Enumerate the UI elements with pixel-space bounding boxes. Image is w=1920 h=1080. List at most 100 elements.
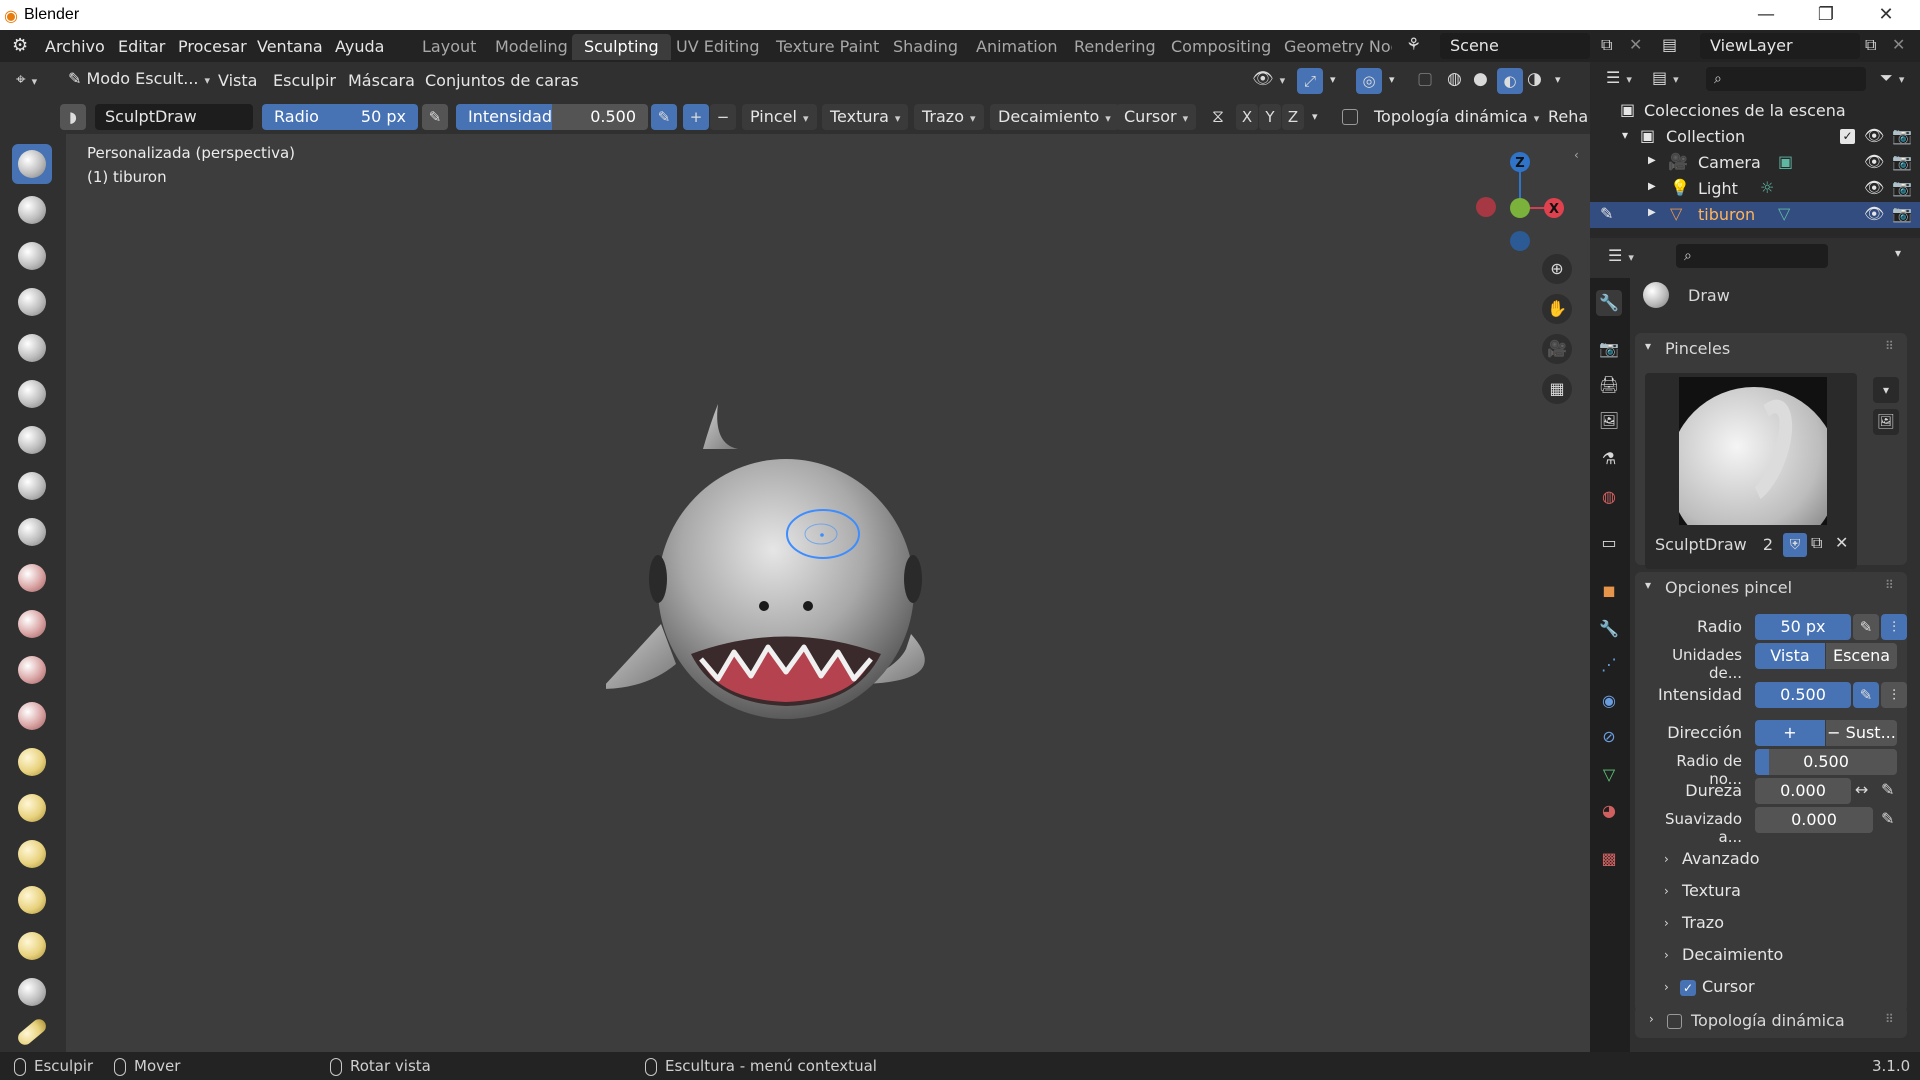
- particles-tab-icon[interactable]: ⋰: [1596, 652, 1622, 678]
- tab-modeling[interactable]: Modeling: [483, 34, 580, 60]
- tool-thumb[interactable]: [12, 972, 52, 1012]
- sidebar-toggle-icon[interactable]: ‹: [1574, 148, 1579, 162]
- zoom-icon[interactable]: ⊕: [1542, 254, 1572, 284]
- dyntopo-panel-title[interactable]: Topología dinámica: [1691, 1011, 1845, 1030]
- tool-flatten[interactable]: [12, 604, 52, 644]
- tab-compositing[interactable]: Compositing: [1159, 34, 1283, 60]
- gizmo-y-axis[interactable]: [1510, 198, 1530, 218]
- symmetry-dropdown-icon[interactable]: ▾: [1312, 110, 1318, 123]
- expand-arrow-icon[interactable]: ›: [1664, 980, 1669, 994]
- view-layer-field[interactable]: ViewLayer: [1700, 33, 1860, 59]
- camera-view-icon[interactable]: 🎥: [1542, 334, 1572, 364]
- menu-archivo[interactable]: Archivo: [45, 37, 105, 56]
- units-view-button[interactable]: Vista: [1755, 643, 1825, 669]
- view-layer-icon[interactable]: ▤: [1662, 35, 1677, 54]
- solid-shading-icon[interactable]: ●: [1473, 69, 1488, 89]
- tool-blob[interactable]: [12, 466, 52, 506]
- autosmooth-pressure-icon[interactable]: ✎: [1881, 809, 1894, 828]
- collection-tab-icon[interactable]: ▭: [1596, 530, 1622, 556]
- delete-scene-icon[interactable]: ✕: [1629, 35, 1642, 54]
- visibility-eye-icon[interactable]: 👁: [1864, 126, 1884, 145]
- display-mode-icon[interactable]: ▤ ▾: [1652, 68, 1679, 87]
- brush-users-count[interactable]: 2: [1757, 535, 1779, 554]
- tool-elastic-deform[interactable]: [12, 880, 52, 920]
- rendered-shading-icon[interactable]: ◑: [1527, 69, 1542, 89]
- direction-add-button[interactable]: +: [683, 104, 709, 130]
- menu-conjuntos-caras[interactable]: Conjuntos de caras: [425, 71, 579, 90]
- tool-fill[interactable]: [12, 650, 52, 690]
- visibility-eye-icon[interactable]: 👁: [1864, 204, 1884, 223]
- tab-rendering[interactable]: Rendering: [1062, 34, 1168, 60]
- brush-image-icon[interactable]: 🖼: [1873, 409, 1899, 435]
- collection-checkbox[interactable]: ✓: [1840, 129, 1855, 144]
- outliner-item-camera[interactable]: ▶ 🎥 Camera ▣ 👁 📷: [1590, 150, 1920, 176]
- mode-dropdown[interactable]: ✎ Modo Escult... ▾: [60, 66, 218, 92]
- strength-curve-icon[interactable]: ⫶: [1881, 682, 1907, 708]
- symmetry-x-toggle[interactable]: X: [1236, 104, 1258, 130]
- remesh-menu[interactable]: Reha: [1548, 107, 1588, 126]
- data-tab-icon[interactable]: ▽: [1596, 762, 1622, 788]
- symmetry-icon[interactable]: ⧖: [1212, 107, 1224, 127]
- outliner-collection[interactable]: ▾ ▣ Collection ✓ 👁 📷: [1590, 124, 1920, 150]
- unlink-brush-icon[interactable]: ✕: [1835, 533, 1848, 552]
- cursor-dropdown[interactable]: Cursor ▾: [1116, 104, 1197, 130]
- tool-crease[interactable]: [12, 512, 52, 552]
- texture-dropdown[interactable]: Textura ▾: [822, 104, 909, 130]
- radius-prop-field[interactable]: 50 px: [1755, 614, 1851, 640]
- outliner-search-field[interactable]: ⌕: [1706, 67, 1866, 91]
- tool-snake-hook[interactable]: [12, 926, 52, 966]
- expand-arrow-icon[interactable]: ▶: [1648, 207, 1656, 218]
- menu-mascara[interactable]: Máscara: [348, 71, 415, 90]
- expand-arrow-icon[interactable]: ›: [1664, 852, 1669, 866]
- overlays-dropdown-icon[interactable]: ▾: [1389, 73, 1395, 86]
- panel-drag-handle-icon[interactable]: ⠿: [1885, 1012, 1894, 1026]
- gizmo-dropdown-icon[interactable]: ▾: [1330, 73, 1336, 86]
- menu-procesar[interactable]: Procesar: [178, 37, 247, 56]
- brush-preview-icon[interactable]: ◗: [60, 104, 86, 130]
- world-tab-icon[interactable]: ◍: [1596, 484, 1622, 510]
- subpanel-textura[interactable]: Textura: [1682, 881, 1741, 900]
- visibility-eye-icon[interactable]: 👁: [1864, 178, 1884, 197]
- subpanel-decaimiento[interactable]: Decaimiento: [1682, 945, 1783, 964]
- maximize-button[interactable]: ❐: [1806, 2, 1846, 28]
- tool-clay[interactable]: [12, 236, 52, 276]
- hardness-invert-icon[interactable]: ↔: [1855, 780, 1868, 799]
- symmetry-z-toggle[interactable]: Z: [1282, 104, 1304, 130]
- shark-model[interactable]: [606, 404, 966, 744]
- constraints-tab-icon[interactable]: ⊘: [1596, 724, 1622, 750]
- menu-ventana[interactable]: Ventana: [257, 37, 323, 56]
- direction-add-button[interactable]: + Adici...: [1755, 720, 1825, 746]
- menu-vista[interactable]: Vista: [218, 71, 257, 90]
- panel-collapse-icon[interactable]: ▾: [1645, 578, 1651, 592]
- 3d-viewport[interactable]: Personalizada (perspectiva) (1) tiburon: [66, 134, 1590, 1052]
- subpanel-cursor[interactable]: Cursor: [1702, 977, 1755, 996]
- minimize-button[interactable]: —: [1746, 2, 1786, 28]
- tool-clay-thumb[interactable]: [12, 328, 52, 368]
- duplicate-brush-icon[interactable]: ⧉: [1811, 533, 1822, 553]
- brush-name-field[interactable]: SculptDraw: [95, 104, 253, 130]
- expand-arrow-icon[interactable]: ›: [1664, 948, 1669, 962]
- radius-pressure-icon[interactable]: ✎: [422, 104, 448, 130]
- brush-datablock-name[interactable]: SculptDraw: [1655, 535, 1747, 554]
- new-scene-icon[interactable]: ⧉: [1601, 35, 1612, 55]
- tab-texture-paint[interactable]: Texture Paint: [764, 34, 891, 60]
- menu-ayuda[interactable]: Ayuda: [335, 37, 384, 56]
- tab-uv-editing[interactable]: UV Editing: [664, 34, 771, 60]
- radius-pressure-icon[interactable]: ✎: [1853, 614, 1879, 640]
- falloff-dropdown[interactable]: Decaimiento ▾: [990, 104, 1119, 130]
- physics-tab-icon[interactable]: ◉: [1596, 688, 1622, 714]
- subpanel-trazo[interactable]: Trazo: [1682, 913, 1724, 932]
- tool-annotate[interactable]: [12, 1012, 52, 1052]
- gizmo-neg-z[interactable]: [1510, 231, 1530, 251]
- material-tab-icon[interactable]: ◕: [1596, 798, 1622, 824]
- cursor-checkbox[interactable]: ✓: [1680, 980, 1696, 996]
- new-view-layer-icon[interactable]: ⧉: [1865, 35, 1876, 55]
- render-camera-icon[interactable]: 📷: [1892, 126, 1912, 145]
- brush-list-dropdown-icon[interactable]: ▾: [1873, 377, 1899, 403]
- object-tab-icon[interactable]: ◼: [1596, 578, 1622, 604]
- tool-clay-strips[interactable]: [12, 282, 52, 322]
- brushes-panel-title[interactable]: Pinceles: [1665, 339, 1730, 358]
- brush-dropdown[interactable]: Pincel ▾: [742, 104, 817, 130]
- tab-sculpting[interactable]: Sculpting: [572, 34, 671, 60]
- pan-hand-icon[interactable]: ✋: [1542, 294, 1572, 324]
